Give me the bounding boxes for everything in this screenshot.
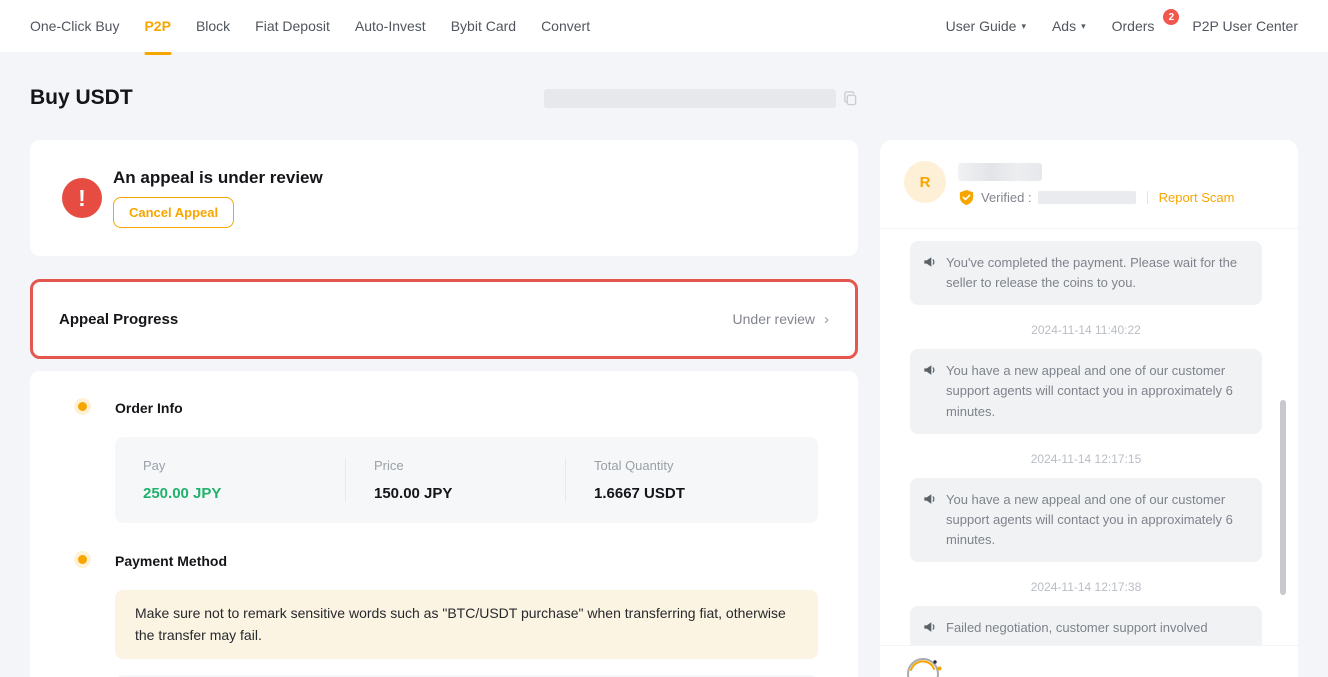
nav-p2p-user-center[interactable]: P2P User Center bbox=[1192, 18, 1298, 34]
page-title: Buy USDT bbox=[30, 86, 133, 110]
verified-row: Verified : Report Scam bbox=[958, 189, 1274, 206]
order-id-area bbox=[544, 89, 858, 108]
appeal-status-text: Under review bbox=[733, 311, 815, 327]
nav-ads-label: Ads bbox=[1052, 18, 1076, 34]
emoji-icon[interactable] bbox=[904, 652, 944, 677]
order-info-title: Order Info bbox=[115, 400, 818, 416]
nav-tab-fiat-deposit[interactable]: Fiat Deposit bbox=[255, 0, 330, 52]
chevron-down-icon bbox=[1081, 22, 1086, 31]
verified-shield-icon bbox=[958, 189, 975, 206]
appeal-banner-card: An appeal is under review Cancel Appeal bbox=[30, 140, 858, 256]
chat-message-text: You have a new appeal and one of our cus… bbox=[946, 361, 1248, 421]
chevron-right-icon bbox=[824, 312, 829, 327]
chat-message-system: You've completed the payment. Please wai… bbox=[910, 241, 1262, 305]
chat-message-text: Failed negotiation, customer support inv… bbox=[946, 618, 1208, 638]
nav-tab-convert[interactable]: Convert bbox=[541, 0, 590, 52]
chat-message-system: You have a new appeal and one of our cus… bbox=[910, 478, 1262, 562]
copy-icon[interactable] bbox=[843, 91, 858, 106]
appeal-progress-row[interactable]: Appeal Progress Under review bbox=[30, 279, 858, 359]
nav-tab-one-click-buy[interactable]: One-Click Buy bbox=[30, 0, 119, 52]
appeal-banner-content: An appeal is under review Cancel Appeal bbox=[113, 168, 323, 228]
order-field-price: Price 150.00 JPY bbox=[345, 458, 565, 502]
payment-method-title: Payment Method bbox=[115, 553, 818, 569]
order-details-card: Order Info Pay 250.00 JPY Price 150.00 J… bbox=[30, 371, 858, 677]
nav-orders[interactable]: Orders 2 bbox=[1112, 18, 1167, 34]
payment-method-section: Payment Method Make sure not to remark s… bbox=[78, 553, 818, 677]
chat-message-text: 2024-11-14 12:17:38 bbox=[1031, 580, 1142, 594]
megaphone-icon bbox=[923, 255, 937, 293]
chat-message-text: You've completed the payment. Please wai… bbox=[946, 253, 1248, 293]
chat-column: R Verified : bbox=[880, 140, 1298, 677]
redacted-verified-name bbox=[1038, 191, 1136, 204]
appeal-progress-status: Under review bbox=[733, 311, 829, 327]
order-detail-column: An appeal is under review Cancel Appeal … bbox=[30, 140, 858, 677]
chat-message-system: Failed negotiation, customer support inv… bbox=[910, 606, 1262, 646]
nav-orders-label: Orders bbox=[1112, 18, 1155, 34]
counterparty-avatar: R bbox=[904, 161, 946, 203]
page-heading-row: Buy USDT bbox=[30, 86, 858, 110]
order-field-value: 150.00 JPY bbox=[374, 485, 537, 502]
chat-message-text: You have a new appeal and one of our cus… bbox=[946, 490, 1248, 550]
nav-tab-p2p[interactable]: P2P bbox=[144, 0, 170, 52]
order-field-value: 1.6667 USDT bbox=[594, 485, 790, 502]
report-scam-link[interactable]: Report Scam bbox=[1159, 190, 1235, 205]
chat-message-list: You've completed the payment. Please wai… bbox=[880, 228, 1298, 646]
main-nav-tabs: One-Click Buy P2P Block Fiat Deposit Aut… bbox=[30, 0, 590, 52]
divider bbox=[1147, 191, 1148, 204]
order-field-label: Price bbox=[374, 458, 537, 473]
chat-messages: You've completed the payment. Please wai… bbox=[910, 241, 1262, 646]
chat-message-text: 2024-11-14 12:17:15 bbox=[1031, 452, 1142, 466]
counterparty-info: Verified : Report Scam bbox=[958, 161, 1274, 206]
section-bullet-icon bbox=[78, 555, 87, 564]
orders-count-badge: 2 bbox=[1163, 9, 1179, 25]
chevron-down-icon bbox=[1021, 22, 1026, 31]
megaphone-icon bbox=[923, 492, 937, 550]
nav-ads[interactable]: Ads bbox=[1052, 18, 1086, 34]
nav-tab-bybit-card[interactable]: Bybit Card bbox=[451, 0, 516, 52]
chat-panel: R Verified : bbox=[880, 140, 1298, 677]
cancel-appeal-button[interactable]: Cancel Appeal bbox=[113, 197, 234, 228]
p2p-order-page: One-Click Buy P2P Block Fiat Deposit Aut… bbox=[0, 0, 1328, 677]
nav-tab-block[interactable]: Block bbox=[196, 0, 230, 52]
order-field-value: 250.00 JPY bbox=[143, 485, 317, 502]
order-field-label: Pay bbox=[143, 458, 317, 473]
order-info-grid: Pay 250.00 JPY Price 150.00 JPY Total Qu… bbox=[115, 437, 818, 523]
order-info-section: Order Info Pay 250.00 JPY Price 150.00 J… bbox=[78, 400, 818, 523]
nav-user-guide-label: User Guide bbox=[946, 18, 1017, 34]
alert-icon bbox=[62, 178, 102, 218]
appeal-banner-title: An appeal is under review bbox=[113, 168, 323, 188]
verified-label: Verified : bbox=[981, 190, 1032, 205]
order-field-total-quantity: Total Quantity 1.6667 USDT bbox=[565, 458, 818, 502]
chat-message-time: 2024-11-14 12:17:38 bbox=[910, 580, 1262, 594]
chat-input-bar bbox=[880, 646, 1298, 677]
order-field-pay: Pay 250.00 JPY bbox=[115, 458, 345, 502]
nav-right-group: User Guide Ads Orders 2 P2P User Center bbox=[946, 18, 1298, 34]
payment-warning-note: Make sure not to remark sensitive words … bbox=[115, 590, 818, 659]
section-bullet-icon bbox=[78, 402, 87, 411]
chat-message-time: 2024-11-14 12:17:15 bbox=[910, 452, 1262, 466]
nav-user-guide[interactable]: User Guide bbox=[946, 18, 1026, 34]
nav-tab-auto-invest[interactable]: Auto-Invest bbox=[355, 0, 426, 52]
appeal-progress-title: Appeal Progress bbox=[59, 311, 178, 328]
chat-message-system: You have a new appeal and one of our cus… bbox=[910, 349, 1262, 433]
chat-message-time: 2024-11-14 11:40:22 bbox=[910, 323, 1262, 337]
chat-message-text: 2024-11-14 11:40:22 bbox=[1031, 323, 1141, 337]
order-field-label: Total Quantity bbox=[594, 458, 790, 473]
megaphone-icon bbox=[923, 620, 937, 638]
nav-user-center-label: P2P User Center bbox=[1192, 18, 1298, 34]
redacted-order-id bbox=[544, 89, 836, 108]
top-navigation: One-Click Buy P2P Block Fiat Deposit Aut… bbox=[0, 0, 1328, 52]
chat-scrollbar-thumb[interactable] bbox=[1280, 400, 1286, 595]
megaphone-icon bbox=[923, 363, 937, 421]
redacted-counterparty-name bbox=[958, 163, 1042, 181]
chat-header: R Verified : bbox=[880, 140, 1298, 228]
